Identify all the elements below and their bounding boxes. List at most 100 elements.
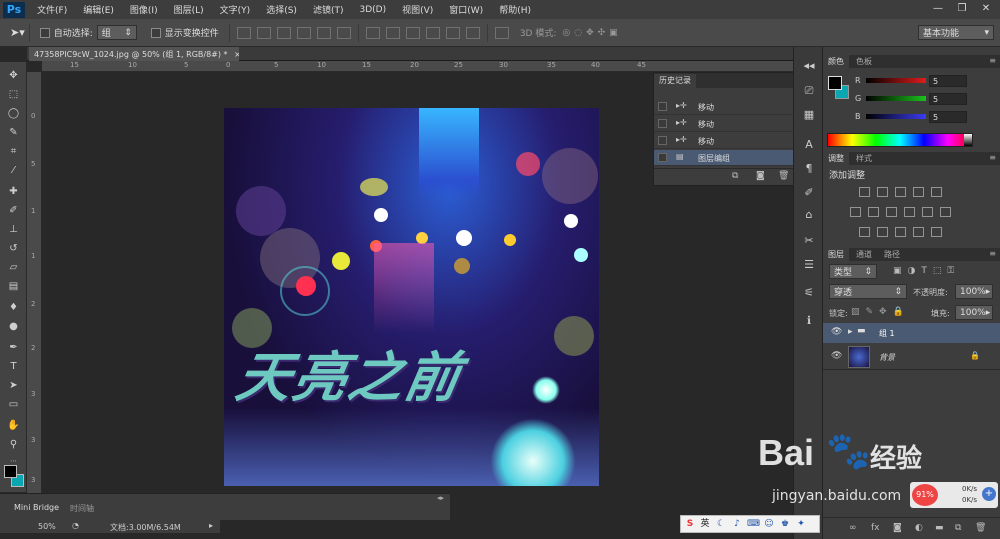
snapshot-checkbox[interactable] <box>658 119 667 128</box>
distribute-hcenter-icon[interactable] <box>445 26 460 39</box>
hand-tool-icon[interactable]: ✋ <box>6 420 21 432</box>
camera-icon[interactable]: ◙ <box>756 171 765 181</box>
pen-tool-icon[interactable]: ✒ <box>6 342 21 354</box>
tool-preset-icon[interactable]: ☰ <box>802 259 816 271</box>
lock-icons[interactable]: ▨✎✥🔒 <box>851 307 910 317</box>
collapse-icon[interactable]: ◂◂ <box>802 60 816 72</box>
tab-close-icon[interactable]: × <box>234 50 239 59</box>
snapshot-checkbox[interactable] <box>658 136 667 145</box>
mask-icon[interactable]: ◙ <box>893 523 902 533</box>
layer-filter-icons[interactable]: ▣◑T⬚⚿ <box>893 266 960 276</box>
minimize-button[interactable]: — <box>926 0 950 17</box>
history-row[interactable]: ▸✛ 移动 <box>654 133 799 149</box>
menu-select[interactable]: 选择(S) <box>258 3 305 16</box>
align-left-icon[interactable] <box>296 26 311 39</box>
fx-icon[interactable]: fx <box>871 523 880 533</box>
menu-file[interactable]: 文件(F) <box>29 3 75 16</box>
red-slider[interactable] <box>866 78 926 83</box>
link-icon[interactable]: ∞ <box>849 523 857 533</box>
tab-swatches[interactable]: 色板 <box>851 55 877 68</box>
document-tab[interactable]: 47358PIC9cW_1024.jpg @ 50% (组 1, RGB/8#)… <box>29 47 239 61</box>
zoom-level[interactable]: 50% <box>38 522 56 531</box>
brightness-icon[interactable] <box>859 187 870 197</box>
paragraph-icon[interactable]: ¶ <box>802 163 816 175</box>
properties-icon[interactable]: ▦ <box>802 109 816 121</box>
gradient-tool-icon[interactable]: ▤ <box>6 281 21 293</box>
eyedropper-tool-icon[interactable]: ⁄ <box>6 165 21 177</box>
layer-row-background[interactable]: 👁 背景 🔒 <box>823 344 1000 370</box>
tab-adjustments[interactable]: 调整 <box>823 152 849 165</box>
collapse-icon[interactable]: ◂▸ <box>437 494 444 502</box>
channel-mixer-icon[interactable] <box>922 207 933 217</box>
workspace-dropdown[interactable]: 基本功能 ▾ <box>918 25 994 40</box>
menu-layer[interactable]: 图层(L) <box>166 3 212 16</box>
mic-icon[interactable]: ♪ <box>731 518 743 530</box>
tab-color[interactable]: 颜色 <box>823 55 849 68</box>
invert-icon[interactable] <box>859 227 870 237</box>
eye-icon[interactable]: 👁 <box>831 327 842 337</box>
healing-tool-icon[interactable]: ✚ <box>6 186 21 198</box>
blue-slider[interactable] <box>866 114 926 119</box>
photo-filter-icon[interactable] <box>904 207 915 217</box>
face-icon[interactable]: ☺ <box>763 518 775 530</box>
menu-edit[interactable]: 编辑(E) <box>75 3 122 16</box>
tab-channels[interactable]: 通道 <box>851 248 877 261</box>
fill-field[interactable]: 100% ▸ <box>955 305 993 320</box>
distribute-vcenter-icon[interactable] <box>385 26 400 39</box>
history-icon[interactable]: ⎚ <box>802 85 816 97</box>
blend-mode-dropdown[interactable]: 穿透 ⇕ <box>829 284 907 299</box>
green-value[interactable]: 5 <box>929 93 967 105</box>
menu-type[interactable]: 文字(Y) <box>212 3 259 16</box>
keyboard-icon[interactable]: ⌨ <box>747 518 760 530</box>
history-brush-tool-icon[interactable]: ↺ <box>6 243 21 255</box>
panel-menu-icon[interactable]: ≡ <box>989 249 996 258</box>
zoom-tool-icon[interactable]: ⚲ <box>6 439 21 451</box>
adjustments-icon[interactable]: ⚟ <box>802 287 816 299</box>
distribute-right-icon[interactable] <box>465 26 480 39</box>
trash-icon[interactable]: 🗑 <box>778 171 789 181</box>
curves-icon[interactable] <box>895 187 906 197</box>
sogou-icon[interactable]: S <box>684 518 696 530</box>
adjustment-layer-icon[interactable]: ◐ <box>915 523 923 533</box>
green-slider[interactable] <box>866 96 926 101</box>
distribute-bottom-icon[interactable] <box>405 26 420 39</box>
expand-arrow-icon[interactable]: ▸ <box>848 327 853 337</box>
color-lookup-icon[interactable] <box>940 207 951 217</box>
hue-saturation-icon[interactable] <box>850 207 861 217</box>
stamp-tool-icon[interactable]: ⊥ <box>6 224 21 236</box>
shirt-icon[interactable]: ♚ <box>779 518 791 530</box>
menu-image[interactable]: 图像(I) <box>122 3 166 16</box>
tab-timeline[interactable]: 时间轴 <box>64 503 100 515</box>
eye-icon[interactable]: 👁 <box>831 351 842 361</box>
new-document-icon[interactable]: ⧉ <box>732 171 738 181</box>
exposure-icon[interactable] <box>913 187 924 197</box>
layer-row-group[interactable]: 👁 ▸ ▬ 组 1 <box>823 323 1000 343</box>
type-tool-icon[interactable]: T <box>6 361 21 373</box>
moon-icon[interactable]: ☾ <box>715 518 727 530</box>
opacity-field[interactable]: 100% ▸ <box>955 284 993 299</box>
show-transform-checkbox[interactable] <box>150 27 161 38</box>
brush-preset-icon[interactable]: ✐ <box>802 187 816 199</box>
auto-select-checkbox[interactable] <box>39 27 50 38</box>
brush-tool-icon[interactable]: ✐ <box>6 205 21 217</box>
gradient-map-icon[interactable] <box>931 227 942 237</box>
menu-help[interactable]: 帮助(H) <box>491 3 539 16</box>
selective-color-icon[interactable] <box>913 227 924 237</box>
status-menu-icon[interactable]: ▸ <box>209 521 213 530</box>
quick-select-tool-icon[interactable]: ✎ <box>6 127 21 139</box>
distribute-left-icon[interactable] <box>425 26 440 39</box>
marquee-tool-icon[interactable]: ⬚ <box>6 89 21 101</box>
brush-icon[interactable]: ⌂ <box>802 209 816 221</box>
close-button[interactable]: ✕ <box>974 0 998 17</box>
history-row[interactable]: ▸✛ 移动 <box>654 116 799 132</box>
clone-source-icon[interactable]: ✂ <box>802 235 816 247</box>
color-balance-icon[interactable] <box>868 207 879 217</box>
new-group-icon[interactable]: ▬ <box>935 523 944 533</box>
menu-window[interactable]: 窗口(W) <box>441 3 491 16</box>
3d-mode-icons[interactable]: ◎◌✥✣▣ <box>562 28 621 38</box>
tab-paths[interactable]: 路径 <box>879 248 905 261</box>
status-icon[interactable]: ◔ <box>72 521 79 530</box>
align-hcenter-icon[interactable] <box>316 26 331 39</box>
document-canvas[interactable]: 天亮之前 <box>224 108 599 486</box>
auto-select-dropdown[interactable]: 组 ⇕ <box>96 25 137 40</box>
